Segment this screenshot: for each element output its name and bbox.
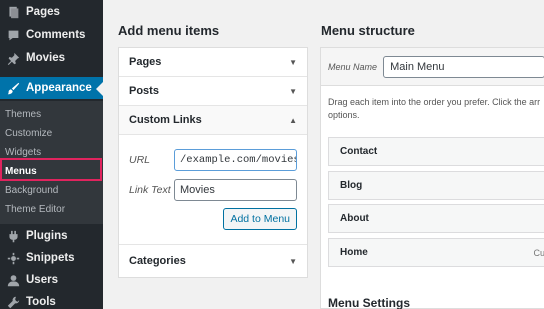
add-to-menu-button[interactable]: Add to Menu bbox=[223, 208, 297, 230]
plugin-icon bbox=[6, 229, 20, 243]
instructions-line: Drag each item into the order you prefer… bbox=[328, 97, 541, 107]
menus-highlight-box bbox=[0, 158, 102, 181]
accordion-pages[interactable]: Pages ▼ bbox=[119, 48, 307, 77]
accordion-posts[interactable]: Posts ▼ bbox=[119, 77, 307, 106]
accordion-label: Pages bbox=[129, 56, 162, 68]
chevron-up-icon: ▲ bbox=[289, 115, 297, 125]
menu-name-input[interactable]: Main Menu bbox=[383, 55, 544, 78]
sidebar-item-snippets[interactable]: Snippets bbox=[0, 247, 103, 269]
add-menu-items-title: Add menu items bbox=[118, 23, 220, 38]
chevron-down-icon: ▼ bbox=[289, 57, 297, 67]
sidebar-item-movies[interactable]: Movies bbox=[0, 47, 103, 69]
sidebar-item-comments[interactable]: Comments bbox=[0, 24, 103, 46]
sidebar-item-label: Plugins bbox=[26, 230, 68, 242]
drag-instructions: Drag each item into the order you prefer… bbox=[328, 96, 544, 122]
link-text-label: Link Text bbox=[129, 183, 171, 196]
accordion-label: Posts bbox=[129, 85, 159, 97]
chevron-down-icon: ▼ bbox=[289, 86, 297, 96]
url-label: URL bbox=[129, 153, 151, 166]
sidebar-item-label: Snippets bbox=[26, 252, 75, 264]
active-indicator bbox=[96, 82, 103, 96]
sidebar-item-label: Comments bbox=[26, 29, 86, 41]
sidebar-item-label: Tools bbox=[26, 296, 56, 308]
instructions-line: options. bbox=[328, 110, 360, 120]
sidebar-item-users[interactable]: Users bbox=[0, 269, 103, 291]
users-icon bbox=[6, 273, 20, 287]
sidebar-item-label: Movies bbox=[26, 52, 65, 64]
admin-sidebar: Pages Comments Movies Appearance Themes … bbox=[0, 0, 103, 309]
accordion-custom-links[interactable]: Custom Links ▲ bbox=[119, 106, 307, 135]
menu-item-label: Contact bbox=[340, 146, 378, 157]
chevron-down-icon: ▼ bbox=[289, 256, 297, 266]
menu-item-label: About bbox=[340, 213, 369, 224]
menu-item-blog[interactable]: Blog bbox=[328, 171, 544, 200]
url-input[interactable]: /example.com/movies bbox=[174, 148, 297, 171]
wrench-icon bbox=[6, 295, 20, 309]
add-menu-items-panel: Pages ▼ Posts ▼ Custom Links ▲ URL /exam… bbox=[118, 47, 308, 278]
submenu-item-customize[interactable]: Customize bbox=[0, 124, 103, 142]
sidebar-item-plugins[interactable]: Plugins bbox=[0, 225, 103, 247]
submenu-item-background[interactable]: Background bbox=[0, 181, 103, 199]
accordion-categories[interactable]: Categories ▼ bbox=[119, 245, 307, 277]
brush-icon bbox=[6, 81, 20, 95]
pin-icon bbox=[6, 51, 20, 65]
sidebar-item-pages[interactable]: Pages bbox=[0, 1, 103, 23]
comments-icon bbox=[6, 28, 20, 42]
sidebar-item-label: Pages bbox=[26, 6, 60, 18]
menu-item-home[interactable]: Home Cu bbox=[328, 238, 544, 267]
menu-item-about[interactable]: About bbox=[328, 204, 544, 233]
snippets-icon bbox=[6, 251, 20, 265]
sidebar-item-label: Users bbox=[26, 274, 58, 286]
menu-settings-title: Menu Settings bbox=[328, 296, 411, 309]
menu-item-label: Home bbox=[340, 247, 368, 258]
menu-name-bar: Menu Name Main Menu bbox=[321, 48, 544, 86]
custom-links-body: URL /example.com/movies Link Text Movies… bbox=[119, 135, 307, 245]
menu-structure-title: Menu structure bbox=[321, 23, 415, 38]
accordion-label: Custom Links bbox=[129, 114, 202, 126]
sidebar-item-tools[interactable]: Tools bbox=[0, 291, 103, 309]
menu-item-label: Blog bbox=[340, 180, 363, 191]
menu-item-contact[interactable]: Contact bbox=[328, 137, 544, 166]
link-text-input[interactable]: Movies bbox=[174, 178, 297, 201]
menu-structure-panel: Menu Name Main Menu Drag each item into … bbox=[320, 47, 544, 309]
sidebar-item-appearance[interactable]: Appearance bbox=[0, 77, 103, 99]
menu-item-type: Cu bbox=[533, 247, 544, 258]
accordion-label: Categories bbox=[129, 255, 186, 267]
pages-icon bbox=[6, 5, 20, 19]
submenu-item-themes[interactable]: Themes bbox=[0, 105, 103, 123]
sidebar-item-label: Appearance bbox=[26, 82, 92, 94]
submenu-item-theme-editor[interactable]: Theme Editor bbox=[0, 200, 103, 218]
menu-name-label: Menu Name bbox=[328, 61, 378, 72]
